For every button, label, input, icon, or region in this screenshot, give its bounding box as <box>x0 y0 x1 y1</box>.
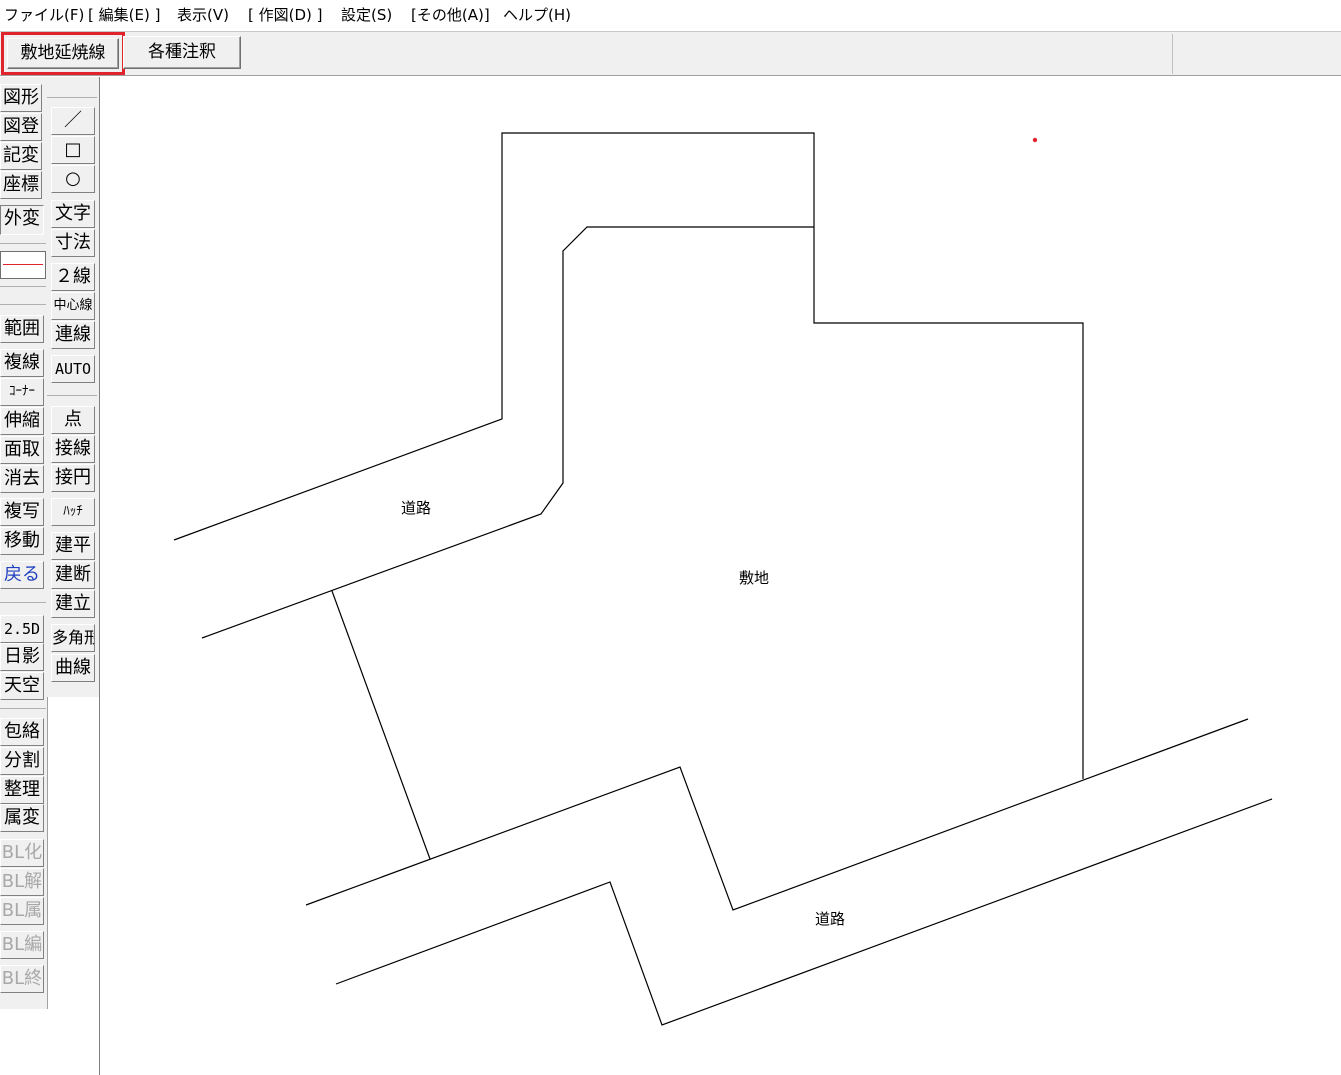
tool-kihen[interactable]: 記変 <box>0 142 42 170</box>
tool-bl-hen[interactable]: BL編 <box>0 931 44 959</box>
toolbar-separator <box>1172 34 1173 74</box>
setback-line <box>201 226 814 639</box>
tool-gaihen[interactable]: 外変 <box>0 205 44 235</box>
tool-bl-zoku[interactable]: BL属 <box>0 897 44 925</box>
tool-fukusen[interactable]: 複線 <box>0 349 44 377</box>
site-label: 敷地 <box>739 569 769 587</box>
shikichi-enshosen-button[interactable]: 敷地延焼線 <box>7 38 119 69</box>
tool-bunkatsu[interactable]: 分割 <box>0 747 44 775</box>
left-tool-panel: 図形 図登 記変 座標 外変 範囲 複線 ｺｰﾅｰ 伸縮 面取 消去 複写 移動… <box>0 77 48 1009</box>
tool-kendan[interactable]: 建断 <box>51 561 95 589</box>
road-edge-upper <box>305 718 1249 911</box>
tool-chushinsen[interactable]: 中心線 <box>51 292 95 320</box>
tool-hani[interactable]: 範囲 <box>0 315 44 343</box>
tool-seien[interactable]: 接円 <box>51 464 95 492</box>
tool-fukusha[interactable]: 複写 <box>0 498 44 526</box>
menu-draw[interactable]: [ 作図(D) ] <box>248 0 323 31</box>
tool-auto[interactable]: AUTO <box>51 355 95 383</box>
site-outline <box>173 132 1084 779</box>
rectangle-tool-icon[interactable]: □ <box>51 136 95 164</box>
tool-rensen[interactable]: 連線 <box>51 321 95 349</box>
line-color-swatch[interactable] <box>0 251 46 279</box>
kakushu-chushaku-button[interactable]: 各種注釈 <box>123 36 241 69</box>
tool-shokyo[interactable]: 消去 <box>0 465 44 493</box>
menu-edit[interactable]: [ 編集(E) ] <box>88 0 160 31</box>
divider <box>47 97 97 98</box>
reference-point <box>1032 137 1038 143</box>
tool-kenhei[interactable]: 建平 <box>51 532 95 560</box>
tool-2-5d[interactable]: 2.5D <box>0 615 44 643</box>
tool-tenku[interactable]: 天空 <box>0 672 44 700</box>
menu-bar: ファイル(F) [ 編集(E) ] 表示(V) [ 作図(D) ] 設定(S) … <box>0 0 1341 31</box>
line-tool-icon[interactable]: ／ <box>51 107 95 135</box>
tool-bl-ka[interactable]: BL化 <box>0 839 44 867</box>
tool-takakukei[interactable]: 多角形 <box>51 624 95 652</box>
menu-settings[interactable]: 設定(S) <box>341 0 392 31</box>
tool-sunpo[interactable]: 寸法 <box>51 229 95 257</box>
divider <box>0 304 46 305</box>
tool-hatch[interactable]: ﾊｯﾁ <box>51 498 95 526</box>
highlight-frame: 敷地延焼線 <box>1 32 125 75</box>
tool-bl-kai[interactable]: BL解 <box>0 868 44 896</box>
draw-tool-panel: ／ □ ○ 文字 寸法 ２線 中心線 連線 AUTO 点 接線 接円 ﾊｯﾁ 建… <box>47 77 100 697</box>
tool-mentori[interactable]: 面取 <box>0 436 44 464</box>
tool-nichiei[interactable]: 日影 <box>0 643 44 671</box>
tool-moji[interactable]: 文字 <box>51 200 95 228</box>
tool-nisen[interactable]: ２線 <box>51 263 95 291</box>
divider <box>0 286 46 287</box>
divider <box>0 602 46 603</box>
menu-help[interactable]: ヘルプ(H) <box>503 0 571 31</box>
divider <box>0 708 46 709</box>
tool-horaku[interactable]: 包絡 <box>0 718 44 746</box>
tool-seiri[interactable]: 整理 <box>0 776 44 804</box>
tool-zuto[interactable]: 図登 <box>0 113 42 141</box>
tool-bl-shu[interactable]: BL終 <box>0 965 44 993</box>
divider <box>0 243 46 244</box>
tool-corner[interactable]: ｺｰﾅｰ <box>0 378 44 406</box>
tool-zahyo[interactable]: 座標 <box>0 171 42 199</box>
tool-ten[interactable]: 点 <box>51 406 95 434</box>
menu-other[interactable]: [その他(A)] <box>411 0 490 31</box>
menu-file[interactable]: ファイル(F) <box>4 0 84 31</box>
road-label-top: 道路 <box>401 499 431 517</box>
circle-tool-icon[interactable]: ○ <box>51 165 95 193</box>
site-boundary-line <box>331 590 431 860</box>
menu-view[interactable]: 表示(V) <box>177 0 229 31</box>
tool-kyokusen[interactable]: 曲線 <box>51 654 95 682</box>
tool-shinshuku[interactable]: 伸縮 <box>0 407 44 435</box>
tool-ido[interactable]: 移動 <box>0 527 44 555</box>
tool-zukei[interactable]: 図形 <box>0 84 42 112</box>
line-color-sample <box>3 264 43 265</box>
tool-modoru[interactable]: 戻る <box>0 561 44 589</box>
tool-zokuhen[interactable]: 属変 <box>0 804 44 832</box>
road-edge-lower <box>335 798 1273 1026</box>
drawing-canvas[interactable]: 道路 敷地 道路 <box>100 77 1341 1075</box>
divider <box>47 395 97 396</box>
tool-sessen[interactable]: 接線 <box>51 435 95 463</box>
road-label-bottom: 道路 <box>815 910 845 928</box>
tool-kenritsu[interactable]: 建立 <box>51 590 95 618</box>
